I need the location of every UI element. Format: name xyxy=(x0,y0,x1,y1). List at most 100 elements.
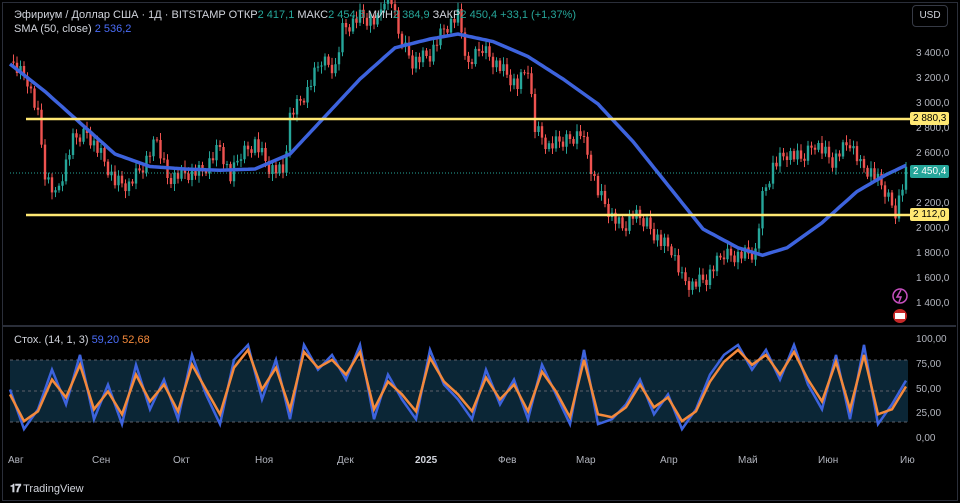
candle-body xyxy=(554,136,558,149)
tradingview-logo[interactable]: 𝟏𝟕 TradingView xyxy=(10,483,84,496)
candle-body xyxy=(491,56,495,68)
candle-body xyxy=(544,137,547,150)
candle-body xyxy=(617,217,621,224)
candle-body xyxy=(274,165,278,174)
candle-body xyxy=(467,55,470,62)
candle-body xyxy=(348,27,351,32)
candle-body xyxy=(134,168,138,184)
symbol-name[interactable]: Эфириум / Доллар США · 1Д · BITSTAMP xyxy=(14,9,226,21)
candle-body xyxy=(103,148,106,162)
candle-body xyxy=(418,56,421,63)
candle-body xyxy=(40,109,43,145)
candle-body xyxy=(698,274,701,287)
candle-body xyxy=(757,228,761,249)
candle-body xyxy=(99,148,103,153)
stoch-tick: 100,00 xyxy=(916,334,947,345)
candle-body xyxy=(33,88,36,108)
candle-body xyxy=(211,158,215,161)
candle-body xyxy=(848,145,852,149)
candle-body xyxy=(411,55,414,69)
candle-body xyxy=(330,64,334,74)
stoch-tick: 0,00 xyxy=(916,433,936,444)
candle-body xyxy=(337,52,341,65)
candle-body xyxy=(92,140,96,146)
candle-body xyxy=(414,56,418,69)
candle-body xyxy=(729,248,733,256)
candle-body xyxy=(663,237,666,246)
time-tick: Ию xyxy=(900,455,915,466)
candle-body xyxy=(719,255,722,258)
candle-body xyxy=(736,251,740,263)
symbol-header[interactable]: Эфириум / Доллар США · 1Д · BITSTAMP ОТК… xyxy=(14,9,576,21)
candle-body xyxy=(57,185,61,191)
alert-icon[interactable] xyxy=(892,288,908,304)
currency-button[interactable]: USD xyxy=(912,5,948,27)
price-tick: 2 600,0 xyxy=(916,148,950,159)
candle-body xyxy=(316,66,320,68)
time-tick: Авг xyxy=(8,455,24,466)
price-tick: 1 400,0 xyxy=(916,298,950,309)
stoch-legend[interactable]: Стох. (14, 1, 3) 59,20 52,68 xyxy=(14,334,150,346)
candle-body xyxy=(603,191,607,204)
upper-level-tag: 2 880,3 xyxy=(910,112,950,125)
time-tick: Дек xyxy=(337,455,354,466)
candle-body xyxy=(705,279,708,285)
candle-body xyxy=(530,73,533,94)
candle-body xyxy=(565,134,568,147)
candle-body xyxy=(866,167,869,177)
time-tick: Мар xyxy=(576,455,596,466)
candle-body xyxy=(694,281,698,287)
candle-body xyxy=(687,281,691,290)
candle-body xyxy=(253,139,257,153)
stoch-k-value: 59,20 xyxy=(91,334,120,346)
candle-body xyxy=(810,145,813,148)
last-price-tag: 2 450,4 xyxy=(910,165,950,178)
candle-body xyxy=(155,139,159,141)
candle-body xyxy=(593,174,596,176)
candle-body xyxy=(845,142,848,146)
candle-body xyxy=(68,155,71,160)
sma-line xyxy=(8,32,907,258)
candle-body xyxy=(764,187,768,191)
candle-body xyxy=(246,145,250,150)
candle-body xyxy=(54,190,57,193)
candle-body xyxy=(278,164,281,174)
candle-body xyxy=(323,56,327,66)
candle-body xyxy=(309,85,313,87)
candle-body xyxy=(841,142,845,157)
candle-body xyxy=(75,133,78,138)
candle-body xyxy=(334,64,337,74)
candle-body xyxy=(666,237,670,247)
close-value: 2 450,4 xyxy=(460,9,498,21)
candle-body xyxy=(327,56,330,65)
time-tick: Окт xyxy=(173,455,190,466)
time-tick: 2025 xyxy=(415,455,438,466)
price-chart[interactable] xyxy=(0,0,960,503)
candle-body xyxy=(292,112,295,115)
candle-body xyxy=(827,146,831,158)
candle-body xyxy=(677,255,680,273)
candle-body xyxy=(838,153,841,157)
candle-body xyxy=(572,139,575,144)
sma-legend[interactable]: SMA (50, close) 2 536,2 xyxy=(14,23,131,35)
candle-body xyxy=(222,147,225,165)
price-tick: 3 400,0 xyxy=(916,48,950,59)
time-tick: Апр xyxy=(660,455,678,466)
candle-body xyxy=(799,150,803,159)
flag-icon[interactable] xyxy=(893,309,907,323)
candle-body xyxy=(260,148,264,153)
candle-body xyxy=(117,175,120,186)
price-tick: 1 800,0 xyxy=(916,248,950,259)
candle-body xyxy=(306,87,309,103)
candle-body xyxy=(894,205,897,219)
candle-body xyxy=(733,255,736,263)
candle-body xyxy=(775,162,778,167)
candle-body xyxy=(432,44,435,62)
candle-body xyxy=(449,19,453,33)
candle-body xyxy=(481,50,484,53)
candle-body xyxy=(852,146,855,149)
candle-body xyxy=(712,269,715,272)
candle-body xyxy=(904,166,908,190)
candle-body xyxy=(670,246,673,256)
candle-body xyxy=(484,46,488,53)
